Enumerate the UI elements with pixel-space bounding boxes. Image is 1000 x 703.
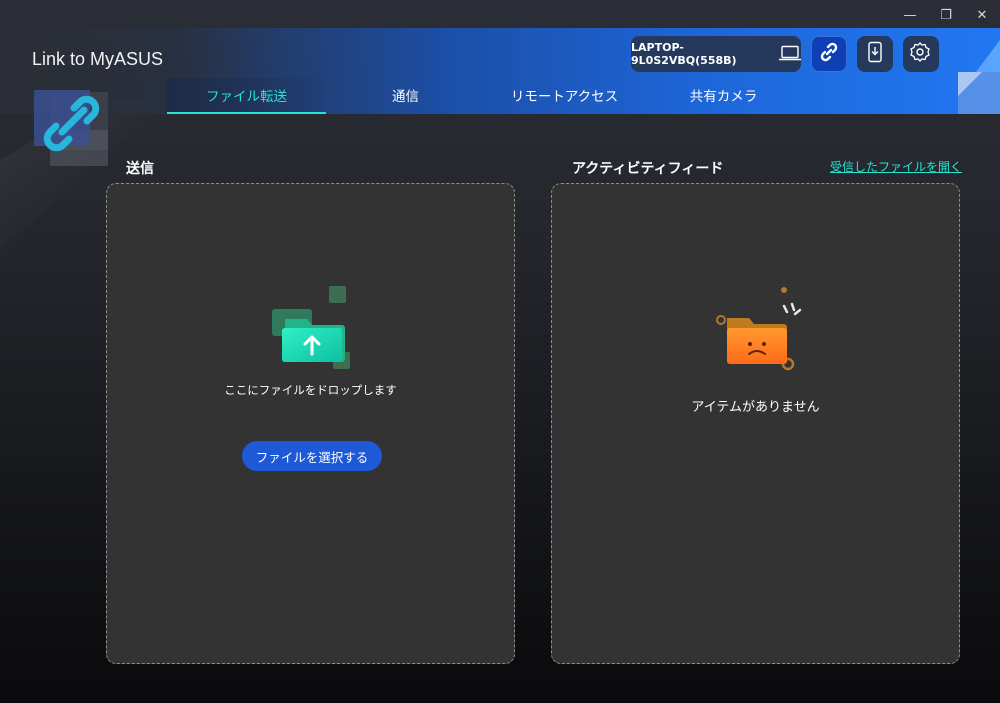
activity-section-title: アクティビティフィード	[572, 161, 724, 177]
send-section-title: 送信	[126, 161, 154, 177]
send-drop-zone[interactable]: ここにファイルをドロップします ファイルを選択する	[106, 183, 515, 664]
phone-download-icon	[865, 41, 885, 67]
window-controls: — ❐ ✕	[892, 0, 1000, 30]
upload-folder-icon	[270, 284, 360, 374]
minimize-button[interactable]: —	[892, 0, 928, 30]
close-button[interactable]: ✕	[964, 0, 1000, 30]
tab-shared-camera[interactable]: 共有カメラ	[644, 78, 803, 112]
drop-hint-text: ここにファイルをドロップします	[224, 383, 397, 397]
tab-bar: ファイル転送 通信 リモートアクセス 共有カメラ	[167, 78, 803, 114]
laptop-icon	[779, 45, 801, 64]
device-name: LAPTOP-9L0S2VBQ(558B)	[631, 41, 737, 67]
settings-button[interactable]	[903, 36, 939, 72]
app-logo	[34, 86, 114, 166]
device-button[interactable]: LAPTOP-9L0S2VBQ(558B)	[631, 36, 801, 72]
tab-file-transfer[interactable]: ファイル転送	[167, 78, 326, 114]
corner-decoration	[958, 40, 1000, 114]
open-received-files-link[interactable]: 受信したファイルを開く	[830, 158, 962, 175]
empty-folder-icon	[712, 284, 812, 374]
link-button[interactable]	[811, 36, 847, 72]
tab-communication[interactable]: 通信	[326, 78, 485, 112]
select-file-button[interactable]: ファイルを選択する	[242, 441, 382, 471]
empty-feed-text: アイテムがありません	[691, 400, 820, 415]
activity-feed-panel: アイテムがありません	[551, 183, 960, 664]
phone-download-button[interactable]	[857, 36, 893, 72]
link-icon	[818, 41, 840, 67]
settings-icon	[910, 41, 932, 67]
app-title: Link to MyASUS	[32, 49, 164, 69]
restore-button[interactable]: ❐	[928, 0, 964, 30]
tab-remote-access[interactable]: リモートアクセス	[485, 78, 644, 112]
